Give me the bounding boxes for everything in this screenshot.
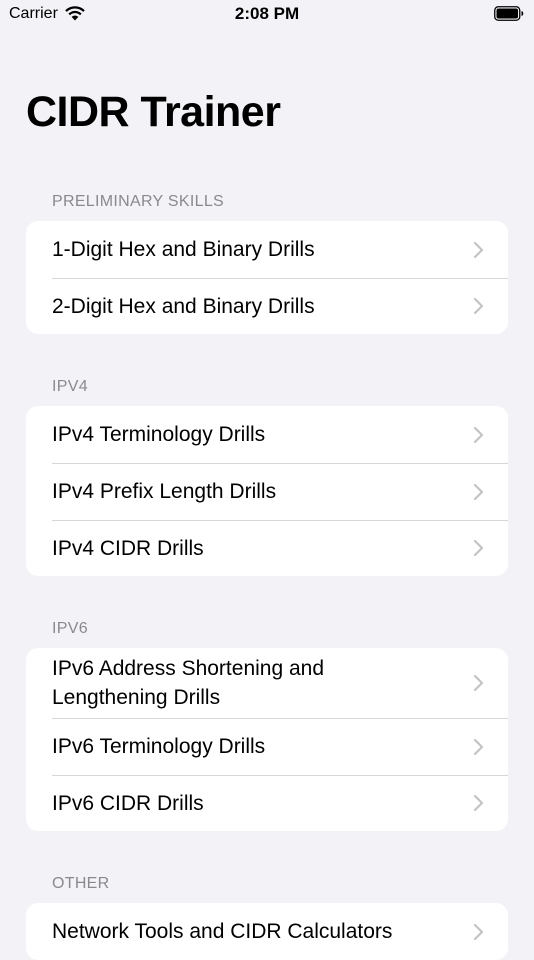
menu-item-ipv4-terminology[interactable]: IPv4 Terminology Drills <box>26 406 508 463</box>
status-bar: Carrier 2:08 PM <box>0 0 534 30</box>
menu-item-ipv4-cidr[interactable]: IPv4 CIDR Drills <box>26 520 508 576</box>
menu-item-ipv6-shortening-lengthening[interactable]: IPv6 Address Shortening and Lengthening … <box>26 648 508 718</box>
section-header-ipv4: IPV4 <box>52 378 88 395</box>
page-title: CIDR Trainer <box>26 88 281 136</box>
section-header-other: OTHER <box>52 875 110 892</box>
menu-item-1-digit-hex-binary[interactable]: 1-Digit Hex and Binary Drills <box>26 221 508 278</box>
menu-item-label: Network Tools and CIDR Calculators <box>52 920 393 943</box>
chevron-right-icon <box>473 241 484 258</box>
chevron-right-icon <box>473 426 484 443</box>
chevron-right-icon <box>473 483 484 500</box>
menu-item-ipv6-cidr[interactable]: IPv6 CIDR Drills <box>26 775 508 831</box>
menu-item-ipv4-prefix-length[interactable]: IPv4 Prefix Length Drills <box>26 463 508 520</box>
menu-item-label: IPv4 CIDR Drills <box>52 536 204 560</box>
chevron-right-icon <box>473 738 484 755</box>
section-header-ipv6: IPV6 <box>52 620 88 637</box>
menu-item-label: IPv4 Terminology Drills <box>52 423 266 446</box>
menu-item-ipv6-terminology[interactable]: IPv6 Terminology Drills <box>26 718 508 775</box>
menu-item-2-digit-hex-binary[interactable]: 2-Digit Hex and Binary Drills <box>26 278 508 334</box>
chevron-right-icon <box>473 674 484 692</box>
group-preliminary-skills: 1-Digit Hex and Binary Drills 2-Digit He… <box>26 221 508 334</box>
menu-item-label: IPv4 Prefix Length Drills <box>52 480 277 503</box>
chevron-right-icon <box>473 923 484 940</box>
menu-item-label: 2-Digit Hex and Binary Drills <box>52 294 315 318</box>
clock-label: 2:08 PM <box>234 4 300 23</box>
group-other: Network Tools and CIDR Calculators <box>26 903 508 960</box>
menu-item-label: IPv6 Terminology Drills <box>52 735 266 758</box>
section-header-preliminary-skills: PRELIMINARY SKILLS <box>52 193 224 210</box>
chevron-right-icon <box>473 794 484 812</box>
group-ipv4: IPv4 Terminology Drills IPv4 Prefix Leng… <box>26 406 508 576</box>
battery-icon <box>494 6 524 21</box>
menu-item-label: IPv6 CIDR Drills <box>52 791 204 815</box>
menu-item-label: IPv6 Address Shortening and Lengthening … <box>52 657 325 709</box>
chevron-right-icon <box>473 539 484 557</box>
chevron-right-icon <box>473 297 484 315</box>
menu-item-label: 1-Digit Hex and Binary Drills <box>52 238 315 261</box>
menu-item-network-tools-calculators[interactable]: Network Tools and CIDR Calculators <box>26 903 508 960</box>
group-ipv6: IPv6 Address Shortening and Lengthening … <box>26 648 508 831</box>
